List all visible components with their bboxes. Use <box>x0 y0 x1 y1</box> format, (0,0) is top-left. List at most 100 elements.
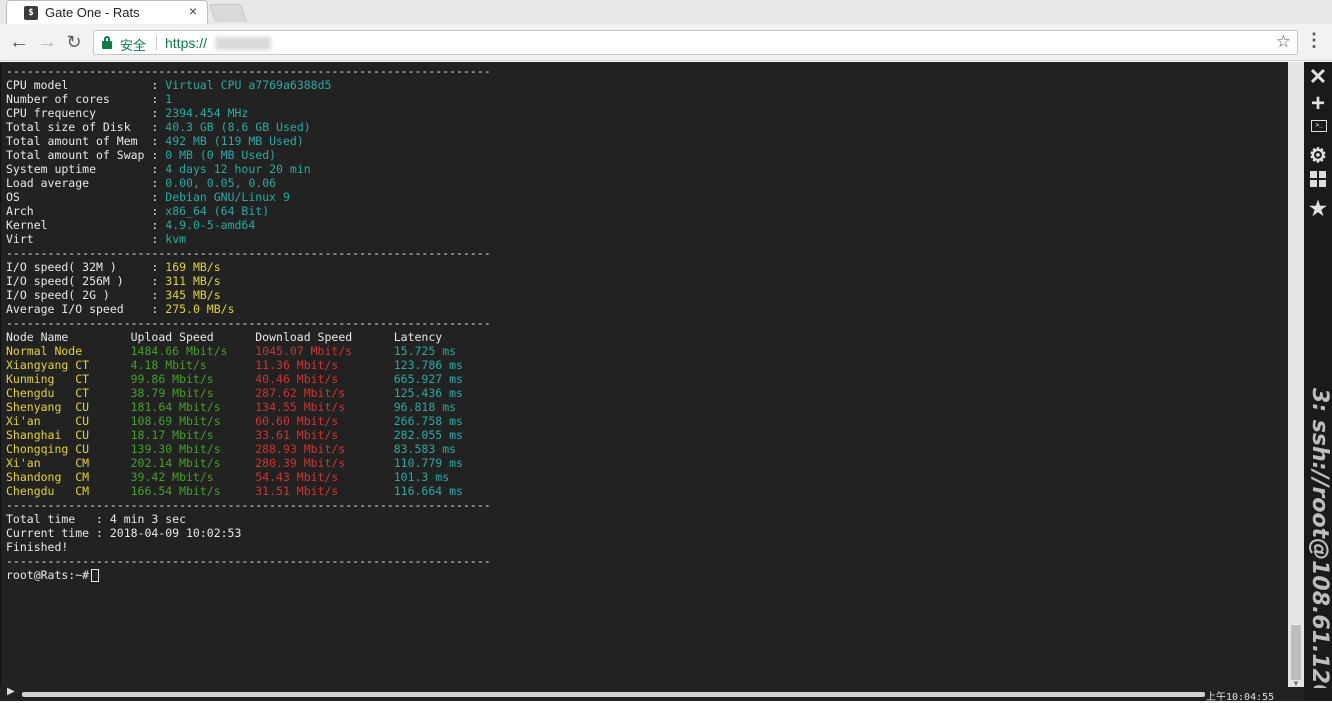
download-speed: 40.46 Mbit/s <box>255 372 394 386</box>
speed-row: Normal Node 1484.66 Mbit/s 1045.07 Mbit/… <box>6 344 491 358</box>
info-label: Virt <box>6 232 145 246</box>
close-terminal-icon[interactable]: ✕ <box>1304 64 1332 90</box>
speed-row: Shanghai CU 18.17 Mbit/s 33.61 Mbit/s 28… <box>6 428 491 442</box>
node-name: Kunming CT <box>6 372 131 386</box>
io-speed-row: Average I/O speed : 275.0 MB/s <box>6 302 491 316</box>
colon: : <box>144 288 166 302</box>
gear-icon[interactable]: ⚙ <box>1304 143 1332 168</box>
info-value: Debian GNU/Linux 9 <box>165 190 290 204</box>
browser-toolbar: ← → ↻ 安全 https:// ☆ ⋮ <box>0 24 1332 61</box>
speed-header-row: Node Name Upload Speed Download Speed La… <box>6 330 491 344</box>
system-info-row: Total amount of Mem : 492 MB (119 MB Use… <box>6 134 491 148</box>
latency: 123.786 ms <box>393 358 463 372</box>
bookmark-star-icon[interactable]: ☆ <box>1276 32 1291 52</box>
more-vert-icon[interactable]: ⋮ <box>1305 30 1323 51</box>
scrollbar-thumb[interactable] <box>1291 625 1301 680</box>
speed-row: Xiangyang CT 4.18 Mbit/s 11.36 Mbit/s 12… <box>6 358 491 372</box>
prompt-line: root@Rats:~# <box>6 568 491 582</box>
terminal-statusbar: ▶ 上午10:04:55 <box>0 686 1304 703</box>
terminal-favicon-icon: $ <box>24 6 38 20</box>
system-info-row: Load average : 0.00, 0.05, 0.06 <box>6 176 491 190</box>
colon: : <box>144 190 166 204</box>
colon: : <box>144 204 166 218</box>
system-info-row: OS : Debian GNU/Linux 9 <box>6 190 491 204</box>
separator-line: ----------------------------------------… <box>6 64 491 78</box>
separator-line: ----------------------------------------… <box>6 316 491 330</box>
info-value: 40.3 GB (8.6 GB Used) <box>165 120 311 134</box>
info-value: 2394.454 MHz <box>165 106 249 120</box>
io-speed-row: I/O speed( 32M ) : 169 MB/s <box>6 260 491 274</box>
play-icon[interactable]: ▶ <box>7 686 15 697</box>
upload-speed: 139.30 Mbit/s <box>130 442 256 456</box>
back-arrow-icon[interactable]: ← <box>8 31 30 53</box>
speed-row: Chongqing CU 139.30 Mbit/s 288.93 Mbit/s… <box>6 442 491 456</box>
system-info-row: Kernel : 4.9.0-5-amd64 <box>6 218 491 232</box>
colon: : <box>144 302 166 316</box>
forward-arrow-icon[interactable]: → <box>36 31 58 53</box>
info-label: System uptime <box>6 162 145 176</box>
upload-speed: 202.14 Mbit/s <box>130 456 256 470</box>
tab-title: Gate One - Rats <box>45 5 140 20</box>
latency: 266.758 ms <box>393 414 463 428</box>
system-info-row: Total amount of Swap : 0 MB (0 MB Used) <box>6 148 491 162</box>
separator-text: ----------------------------------------… <box>6 316 491 330</box>
speed-row: Chengdu CT 38.79 Mbit/s 287.62 Mbit/s 12… <box>6 386 491 400</box>
horizontal-scrollbar[interactable] <box>22 692 1205 697</box>
upload-speed: 181.64 Mbit/s <box>130 400 256 414</box>
download-speed: 31.51 Mbit/s <box>255 484 394 498</box>
info-value: 0.00, 0.05, 0.06 <box>165 176 277 190</box>
download-speed: 1045.07 Mbit/s <box>255 344 394 358</box>
gateone-sidebar: ✕ + >_ ⚙ ★ 3: ssh://root@108.61.126 <box>1304 62 1332 701</box>
info-label: Arch <box>6 204 145 218</box>
terminal-scrollbar[interactable]: ▼ <box>1288 62 1304 692</box>
separator-text: ----------------------------------------… <box>6 554 491 568</box>
summary-text: Finished! <box>6 540 69 554</box>
system-info-row: Number of cores : 1 <box>6 92 491 106</box>
node-name: Xi'an CM <box>6 456 131 470</box>
speed-row: Kunming CT 99.86 Mbit/s 40.46 Mbit/s 665… <box>6 372 491 386</box>
io-label: I/O speed( 32M ) <box>6 260 145 274</box>
latency: 665.927 ms <box>393 372 463 386</box>
tab-gateone[interactable]: $ Gate One - Rats × <box>6 0 208 24</box>
speed-row: Shandong CM 39.42 Mbit/s 54.43 Mbit/s 10… <box>6 470 491 484</box>
bookmarks-star-icon[interactable]: ★ <box>1304 196 1332 221</box>
colon: : <box>144 134 166 148</box>
info-value: x86_64 (64 Bit) <box>165 204 270 218</box>
new-terminal-plus-icon[interactable]: + <box>1304 90 1332 118</box>
info-value: 492 MB (119 MB Used) <box>165 134 304 148</box>
colon: : <box>144 176 166 190</box>
info-label: CPU frequency <box>6 106 145 120</box>
colon: : <box>144 148 166 162</box>
url-text[interactable]: https:// <box>165 35 207 51</box>
terminal-info-icon[interactable]: >_ <box>1311 120 1327 132</box>
io-label: I/O speed( 256M ) <box>6 274 145 288</box>
system-info-row: Virt : kvm <box>6 232 491 246</box>
grid-view-icon[interactable] <box>1310 171 1326 187</box>
node-name: Chongqing CU <box>6 442 131 456</box>
secure-label: 安全 <box>120 38 147 53</box>
download-speed: 288.93 Mbit/s <box>255 442 394 456</box>
close-tab-icon[interactable]: × <box>189 3 197 19</box>
upload-speed: 4.18 Mbit/s <box>130 358 256 372</box>
speed-row: Shenyang CU 181.64 Mbit/s 134.55 Mbit/s … <box>6 400 491 414</box>
colon: : <box>144 120 166 134</box>
summary-row: Finished! <box>6 540 491 554</box>
new-tab-button[interactable] <box>208 4 248 22</box>
tab-bar: $ Gate One - Rats × <box>0 0 1332 24</box>
terminal-screen[interactable]: ----------------------------------------… <box>0 62 1288 687</box>
address-bar[interactable]: 安全 https:// ☆ <box>93 30 1298 55</box>
speed-row: Xi'an CM 202.14 Mbit/s 280.39 Mbit/s 110… <box>6 456 491 470</box>
info-label: OS <box>6 190 145 204</box>
colon: : <box>144 274 166 288</box>
io-value: 311 MB/s <box>165 274 221 288</box>
info-label: Load average <box>6 176 145 190</box>
summary-row: Total time : 4 min 3 sec <box>6 512 491 526</box>
info-label: Total amount of Swap <box>6 148 145 162</box>
colon: : <box>144 232 166 246</box>
colon: : <box>144 106 166 120</box>
header-node: Node Name <box>6 330 131 344</box>
download-speed: 33.61 Mbit/s <box>255 428 394 442</box>
download-speed: 60.60 Mbit/s <box>255 414 394 428</box>
reload-icon[interactable]: ↻ <box>63 31 85 53</box>
node-name: Shenyang CU <box>6 400 131 414</box>
